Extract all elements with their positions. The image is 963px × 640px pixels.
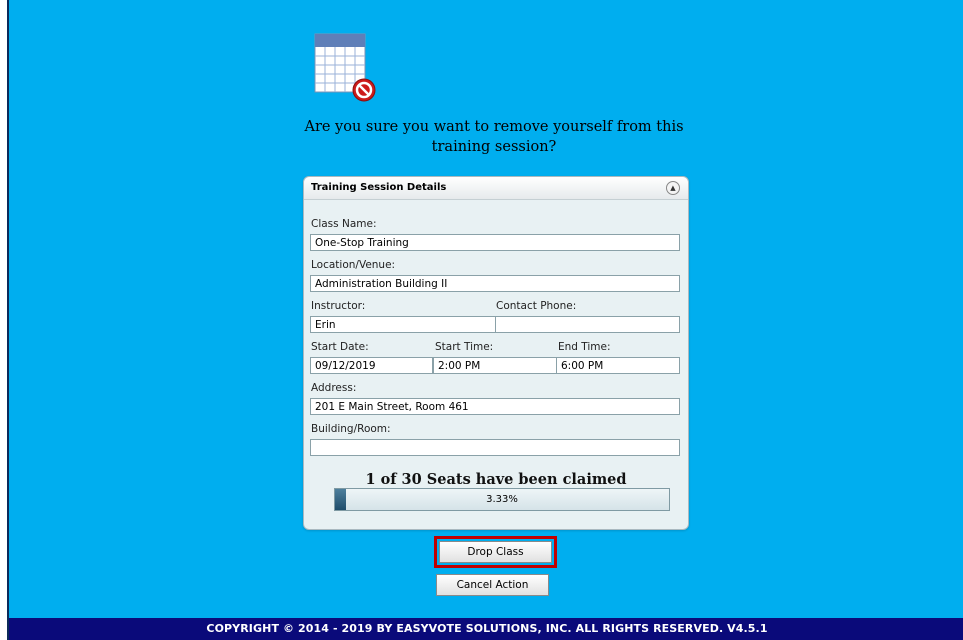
footer-copyright: COPYRIGHT © 2014 - 2019 BY EASYVOTE SOLU… (9, 618, 963, 640)
start-time-label: Start Time: (435, 341, 494, 353)
contact-phone-field[interactable] (495, 316, 680, 333)
start-date-label: Start Date: (311, 341, 369, 353)
collapse-up-icon[interactable]: ▲ (666, 181, 680, 195)
training-session-details-panel: Training Session Details ▲ Class Name: O… (303, 176, 689, 530)
panel-title: Training Session Details (311, 182, 447, 193)
instructor-label: Instructor: (311, 300, 366, 312)
end-time-field[interactable]: 6:00 PM (556, 357, 680, 374)
seats-claimed-text: 1 of 30 Seats have been claimed (365, 471, 627, 488)
location-field[interactable]: Administration Building II (310, 275, 680, 292)
seats-progress-bar: 3.33% (334, 488, 670, 511)
address-field[interactable]: 201 E Main Street, Room 461 (310, 398, 680, 415)
start-time-field[interactable]: 2:00 PM (433, 357, 557, 374)
cancel-action-button[interactable]: Cancel Action (436, 574, 549, 596)
building-room-field[interactable] (310, 439, 680, 456)
page-frame: Are you sure you want to remove yourself… (7, 0, 963, 640)
address-label: Address: (311, 382, 357, 394)
building-room-label: Building/Room: (311, 423, 391, 435)
panel-header: Training Session Details ▲ (304, 177, 688, 200)
class-name-field[interactable]: One-Stop Training (310, 234, 680, 251)
confirmation-prompt: Are you sure you want to remove yourself… (304, 119, 684, 155)
instructor-field[interactable]: Erin (310, 316, 496, 333)
progress-label: 3.33% (486, 494, 518, 505)
end-time-label: End Time: (558, 341, 611, 353)
location-label: Location/Venue: (311, 259, 396, 271)
drop-class-button[interactable]: Drop Class (439, 541, 552, 563)
drop-class-highlight: Drop Class (434, 536, 557, 568)
class-name-label: Class Name: (311, 218, 377, 230)
contact-phone-label: Contact Phone: (496, 300, 577, 312)
calendar-remove-icon (314, 33, 376, 102)
start-date-field[interactable]: 09/12/2019 (310, 357, 433, 374)
